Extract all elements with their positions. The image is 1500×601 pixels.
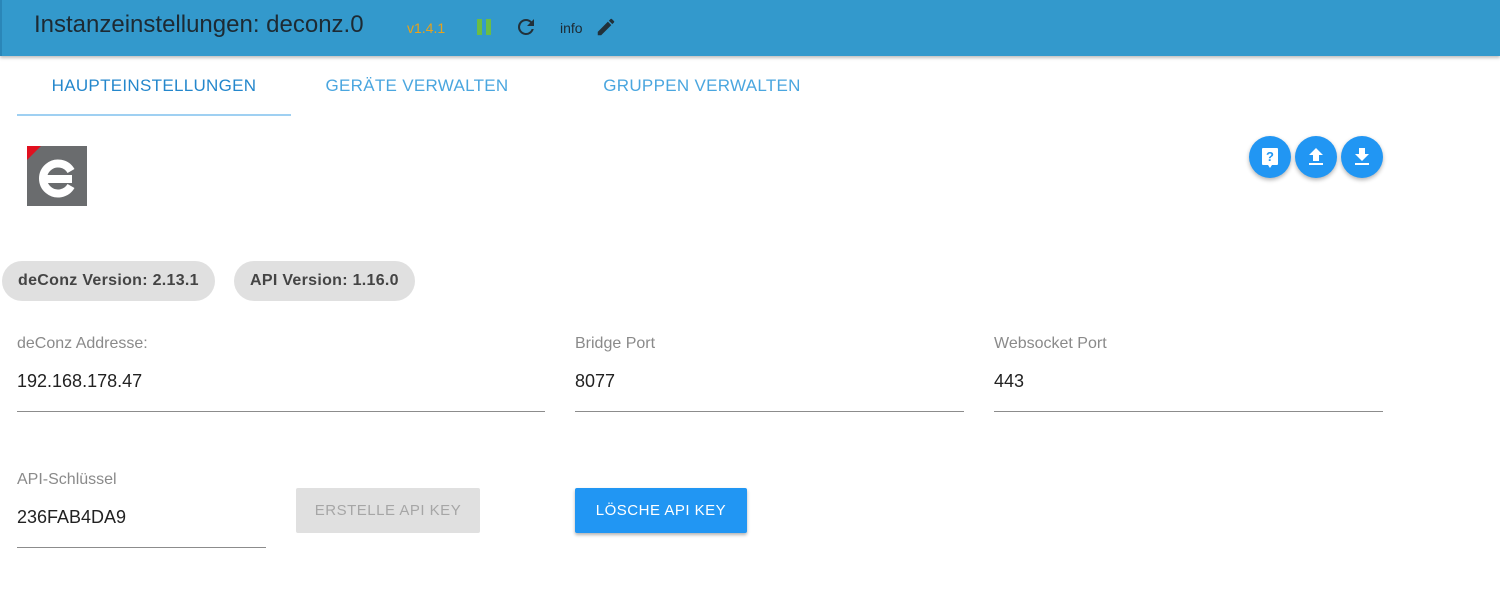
- input-underline: [994, 411, 1383, 412]
- download-button[interactable]: [1341, 136, 1383, 178]
- bridge-port-field[interactable]: Bridge Port 8077: [575, 335, 964, 413]
- api-version-chip: API Version: 1.16.0: [234, 261, 415, 301]
- info-label: info: [560, 20, 583, 36]
- reload-icon[interactable]: [514, 15, 538, 39]
- deconz-address-input[interactable]: 192.168.178.47: [17, 371, 142, 392]
- create-api-key-button[interactable]: ERSTELLE API KEY: [296, 488, 480, 533]
- tab-bar: HAUPTEINSTELLUNGEN GERÄTE VERWALTEN GRUP…: [17, 56, 1417, 116]
- pause-icon[interactable]: [475, 17, 493, 37]
- deconz-version-chip: deConz Version: 2.13.1: [2, 261, 215, 301]
- help-icon: ?: [1262, 148, 1278, 168]
- api-key-label: API-Schlüssel: [17, 471, 117, 488]
- svg-text:?: ?: [1266, 149, 1274, 164]
- api-key-field[interactable]: API-Schlüssel 236FAB4DA9: [17, 471, 266, 549]
- deconz-address-field[interactable]: deConz Addresse: 192.168.178.47: [17, 335, 545, 413]
- input-underline: [575, 411, 964, 412]
- delete-api-key-button[interactable]: LÖSCHE API KEY: [575, 488, 747, 533]
- websocket-port-field[interactable]: Websocket Port 443: [994, 335, 1383, 413]
- api-key-input[interactable]: 236FAB4DA9: [17, 507, 126, 528]
- upload-icon: [1309, 148, 1323, 165]
- bridge-port-label: Bridge Port: [575, 335, 656, 352]
- deconz-logo: [27, 146, 87, 206]
- tab-manage-devices[interactable]: GERÄTE VERWALTEN: [322, 56, 512, 116]
- websocket-port-label: Websocket Port: [994, 335, 1107, 352]
- edit-icon[interactable]: [595, 16, 617, 38]
- input-underline: [17, 411, 545, 412]
- download-icon: [1355, 148, 1369, 165]
- page-title: Instanzeinstellungen: deconz.0: [34, 11, 364, 38]
- input-underline: [17, 547, 266, 548]
- app-header: Instanzeinstellungen: deconz.0 v1.4.1 in…: [0, 0, 1500, 56]
- upload-button[interactable]: [1295, 136, 1337, 178]
- deconz-address-label: deConz Addresse:: [17, 335, 148, 352]
- tab-manage-groups[interactable]: GRUPPEN VERWALTEN: [592, 56, 812, 116]
- version-label: v1.4.1: [407, 20, 446, 36]
- help-button[interactable]: ?: [1249, 136, 1291, 178]
- tab-main-settings[interactable]: HAUPTEINSTELLUNGEN: [17, 56, 291, 116]
- websocket-port-input[interactable]: 443: [994, 371, 1024, 392]
- bridge-port-input[interactable]: 8077: [575, 371, 615, 392]
- active-tab-indicator: [17, 114, 291, 116]
